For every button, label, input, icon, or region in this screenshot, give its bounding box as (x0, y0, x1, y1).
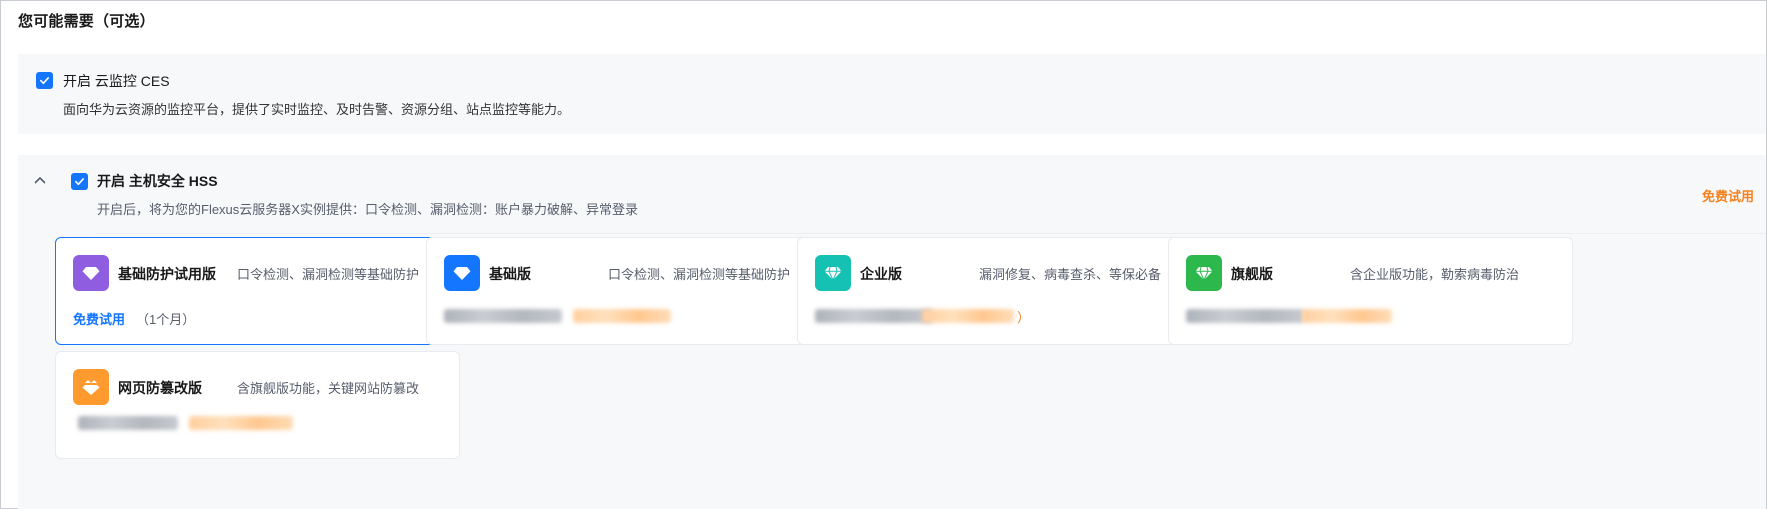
discount-redacted (189, 416, 293, 430)
hss-description: 开启后，将为您的Flexus云服务器X实例提供：口令检测、漏洞检测：账户暴力破解… (97, 202, 638, 217)
price-redacted (815, 309, 933, 323)
discount-redacted (1302, 309, 1392, 323)
ces-description: 面向华为云资源的监控平台，提供了实时监控、及时告警、资源分组、站点监控等能力。 (63, 102, 571, 117)
edition-trial-period: （1个月） (136, 312, 196, 327)
edition-feature: 口令检测、漏洞检测等基础防护 (608, 267, 791, 282)
crown-diamond-icon (73, 369, 109, 405)
edition-name: 企业版 (860, 266, 902, 282)
diamond-icon (73, 255, 109, 291)
edition-card-basic-trial[interactable]: 基础防护试用版 口令检测、漏洞检测等基础防护 免费试用 （1个月） (55, 237, 460, 345)
edition-name: 网页防篡改版 (118, 380, 202, 396)
ces-title[interactable]: 开启 云监控 CES (63, 71, 170, 91)
hss-title[interactable]: 开启 主机安全 HSS (97, 171, 218, 191)
divider (97, 233, 1766, 234)
edition-card-basic[interactable]: 基础版 口令检测、漏洞检测等基础防护 (426, 237, 831, 345)
hss-option: 开启 主机安全 HSS 开启后，将为您的Flexus云服务器X实例提供：口令检测… (18, 155, 1766, 509)
ces-checkbox[interactable] (36, 72, 53, 89)
gem-icon (1186, 255, 1222, 291)
edition-feature: 口令检测、漏洞检测等基础防护 (237, 267, 420, 282)
check-icon (40, 77, 49, 85)
price-suffix: ） (1017, 310, 1031, 325)
diamond-icon (444, 255, 480, 291)
free-trial-link[interactable]: 免费试用 (1702, 186, 1754, 205)
edition-trial-label: 免费试用 (73, 312, 126, 327)
edition-feature: 漏洞修复、病毒查杀、等保必备 (979, 267, 1162, 282)
gem-icon (815, 255, 851, 291)
section-title: 您可能需要（可选） (18, 13, 155, 30)
edition-feature: 含企业版功能，勒索病毒防治 (1350, 267, 1520, 282)
optional-services-panel: 您可能需要（可选） 开启 云监控 CES 面向华为云资源的监控平台，提供了实时监… (0, 0, 1767, 509)
chevron-up-icon[interactable] (32, 172, 48, 188)
discount-redacted (922, 309, 1014, 323)
price-redacted (1186, 309, 1304, 323)
price-redacted (444, 309, 562, 323)
edition-name: 基础防护试用版 (118, 266, 216, 282)
edition-name: 旗舰版 (1231, 266, 1273, 282)
edition-card-enterprise[interactable]: 企业版 漏洞修复、病毒查杀、等保必备 ） (797, 237, 1202, 345)
hss-checkbox[interactable] (71, 173, 88, 190)
edition-card-flagship[interactable]: 旗舰版 含企业版功能，勒索病毒防治 (1168, 237, 1573, 345)
edition-name: 基础版 (489, 266, 531, 282)
edition-feature: 含旗舰版功能，关键网站防篡改 (237, 381, 420, 396)
price-redacted (78, 416, 178, 430)
discount-redacted (573, 309, 671, 323)
check-icon (75, 178, 84, 186)
ces-option: 开启 云监控 CES 面向华为云资源的监控平台，提供了实时监控、及时告警、资源分… (18, 54, 1766, 134)
edition-card-web-tamper[interactable]: 网页防篡改版 含旗舰版功能，关键网站防篡改 (55, 351, 460, 459)
